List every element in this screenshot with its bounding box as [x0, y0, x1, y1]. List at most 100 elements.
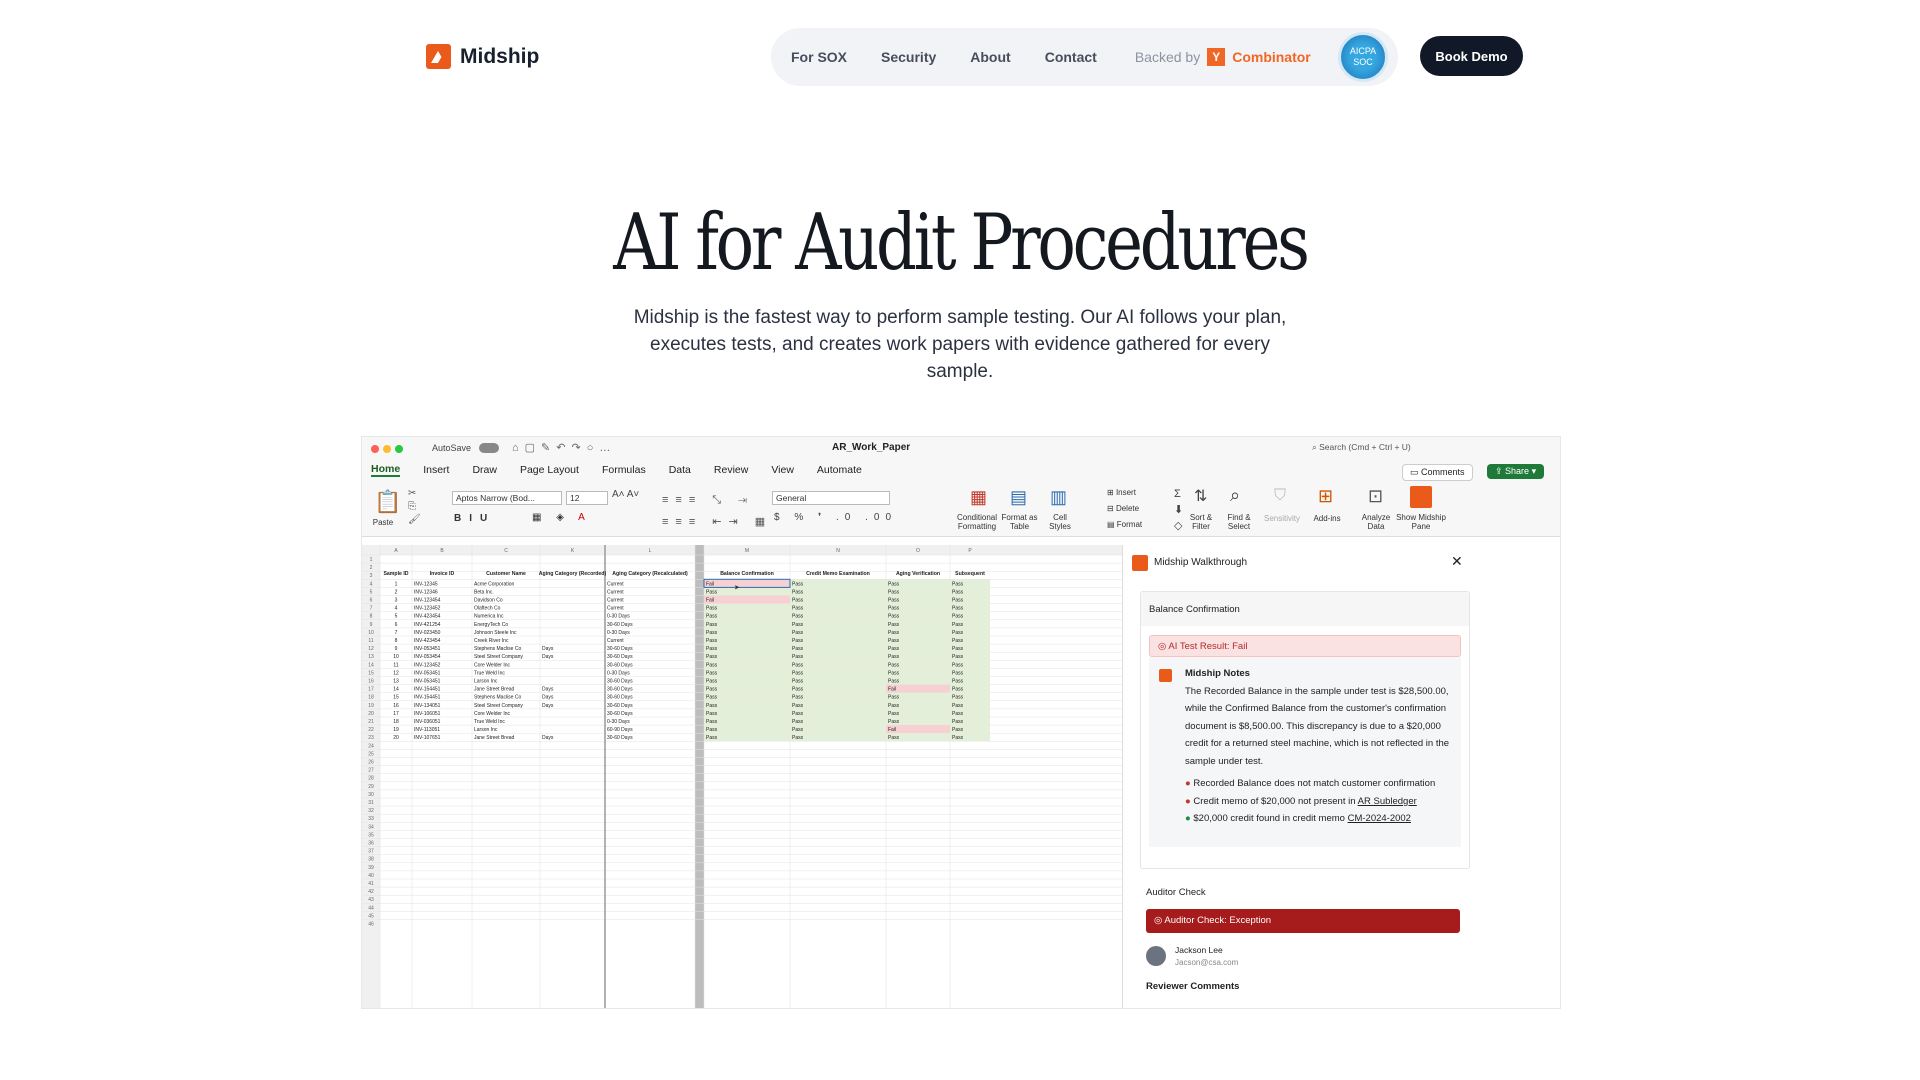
- nav-about[interactable]: About: [970, 49, 1010, 65]
- sort-filter-label: Sort & Filter: [1189, 513, 1213, 531]
- table-cell: Pass: [706, 679, 718, 685]
- autosave-label: AutoSave: [432, 443, 472, 453]
- column-header: Aging Category (Recalculated): [612, 571, 688, 577]
- font-grow-shrink-icons[interactable]: A˄ A˅: [612, 489, 639, 500]
- backed-by-yc[interactable]: Backed by Y Combinator: [1135, 48, 1311, 66]
- maximize-window-icon[interactable]: [395, 445, 403, 453]
- table-cell: Pass: [792, 630, 804, 636]
- notes-title: Midship Notes: [1185, 668, 1250, 679]
- find-select-icon[interactable]: ⌕: [1230, 485, 1240, 506]
- paste-icon[interactable]: 📋: [374, 489, 401, 515]
- table-cell: Fail: [706, 598, 714, 604]
- status-cell: [790, 708, 886, 717]
- table-cell: Olaftech Co: [474, 606, 501, 612]
- comments-button[interactable]: ▭ Comments: [1402, 464, 1473, 481]
- tab-automate[interactable]: Automate: [817, 464, 862, 476]
- auditor-check-result[interactable]: ◎ Auditor Check: Exception: [1146, 909, 1460, 933]
- quick-access-icons[interactable]: ⌂▢✎↶↷○…: [512, 441, 616, 454]
- share-label: Share: [1505, 466, 1530, 476]
- share-button[interactable]: ⇪ Share ▾: [1487, 464, 1545, 479]
- note-bullet-1: ● Recorded Balance does not match custom…: [1185, 775, 1453, 793]
- table-cell: Pass: [952, 581, 964, 587]
- close-pane-icon[interactable]: ✕: [1451, 553, 1463, 570]
- table-cell: Pass: [706, 703, 718, 709]
- number-format-icons[interactable]: $ % ❜ .0 .00: [774, 512, 897, 523]
- alignment-icons[interactable]: ≡≡≡ ⤡ ⇥ ≡≡≡ ⇤⇥ ▦: [662, 489, 772, 533]
- spreadsheet-grid[interactable]: 1 2 3 4 5 6 7 8 9 10 11 12 13 14 15 16 17 18 19 20 21 22 23 24 2…: [362, 545, 1122, 1008]
- table-cell: Pass: [952, 614, 964, 620]
- table-cell: Pass: [952, 670, 964, 676]
- cell-styles-icon[interactable]: ▥: [1050, 487, 1067, 508]
- analyze-data-icon[interactable]: ⊡: [1368, 486, 1383, 507]
- brand-logo[interactable]: Midship: [426, 44, 539, 69]
- tab-formulas[interactable]: Formulas: [602, 464, 646, 476]
- autosum-fill-clear-icons[interactable]: Σ ⬇ ◇: [1174, 486, 1183, 534]
- bold-italic-underline-icons[interactable]: BIU: [454, 513, 495, 524]
- format-cells-label: Format: [1116, 520, 1143, 529]
- minimize-window-icon[interactable]: [383, 445, 391, 453]
- table-cell: Pass: [792, 654, 804, 660]
- tab-review[interactable]: Review: [714, 464, 748, 476]
- nav-contact[interactable]: Contact: [1045, 49, 1097, 65]
- tab-view[interactable]: View: [771, 464, 794, 476]
- row-number: 36: [368, 841, 374, 847]
- tab-page-layout[interactable]: Page Layout: [520, 464, 579, 476]
- nav-for-sox[interactable]: For SOX: [791, 49, 847, 65]
- table-cell: INV-123452: [414, 606, 441, 612]
- tab-insert[interactable]: Insert: [423, 464, 449, 476]
- font-size-select[interactable]: 12: [566, 491, 608, 505]
- midship-addin-icon[interactable]: [1410, 486, 1432, 508]
- table-cell: True Weld Inc: [474, 670, 505, 676]
- book-demo-button[interactable]: Book Demo: [1420, 36, 1523, 76]
- table-cell: 7: [395, 630, 398, 636]
- conditional-formatting-icon[interactable]: ▦: [970, 487, 987, 508]
- column-letter: C: [504, 548, 508, 554]
- tab-data[interactable]: Data: [669, 464, 691, 476]
- format-table-icon[interactable]: ▤: [1010, 487, 1027, 508]
- table-cell: Pass: [706, 719, 718, 725]
- status-cell: [790, 587, 886, 596]
- backed-by-label: Backed by: [1134, 49, 1201, 65]
- credit-memo-link[interactable]: CM-2024-2002: [1348, 813, 1411, 824]
- sort-filter-icon[interactable]: ⇅: [1194, 486, 1207, 506]
- aicpa-label: AICPA: [1349, 46, 1377, 56]
- table-cell: Fail: [888, 727, 896, 733]
- addins-icon[interactable]: ⊞: [1318, 486, 1333, 507]
- table-cell: Pass: [952, 662, 964, 668]
- tab-draw[interactable]: Draw: [472, 464, 497, 476]
- number-format-select[interactable]: General: [772, 491, 890, 505]
- border-fill-color-icons[interactable]: ▦ ◈ A: [532, 512, 591, 523]
- table-cell: Pass: [888, 654, 900, 660]
- clipboard-icons[interactable]: ✂ ⎘ 🖌: [408, 487, 421, 526]
- table-cell: Steel Street Company: [474, 703, 523, 709]
- close-window-icon[interactable]: [371, 445, 379, 453]
- table-cell: Pass: [792, 687, 804, 693]
- table-cell: INV-421254: [414, 622, 441, 628]
- table-cell: Pass: [706, 614, 718, 620]
- row-number: 35: [368, 832, 374, 838]
- row-number: 41: [368, 881, 374, 887]
- autosave-toggle[interactable]: [479, 443, 499, 453]
- table-cell: INV-134051: [414, 703, 441, 709]
- table-cell: 14: [393, 687, 399, 693]
- table-cell: Pass: [952, 679, 964, 685]
- table-cell: Pass: [706, 662, 718, 668]
- status-cell: [790, 692, 886, 701]
- column-header: Subsequent: [955, 571, 985, 577]
- table-cell: 60-90 Days: [607, 727, 633, 733]
- table-cell: Numerica Inc: [474, 614, 504, 620]
- search-box[interactable]: ⌕ Search (Cmd + Ctrl + U): [1312, 442, 1532, 456]
- midship-logo-icon: [1132, 555, 1148, 571]
- sensitivity-icon[interactable]: ⛉: [1274, 487, 1286, 505]
- table-cell: INV-123452: [414, 662, 441, 668]
- nav-security[interactable]: Security: [881, 49, 936, 65]
- table-cell: Pass: [706, 727, 718, 733]
- row-number: 16: [368, 679, 374, 685]
- check-icon: ●: [1185, 813, 1191, 824]
- row-number: 31: [368, 800, 374, 806]
- tab-home[interactable]: Home: [371, 463, 401, 477]
- font-family-select[interactable]: Aptos Narrow (Bod...: [452, 491, 562, 505]
- status-cell: [790, 733, 886, 742]
- cells-group[interactable]: ⊞ Insert ⊟ Delete ▤ Format: [1107, 485, 1142, 533]
- ar-subledger-link[interactable]: AR Subledger: [1358, 796, 1417, 807]
